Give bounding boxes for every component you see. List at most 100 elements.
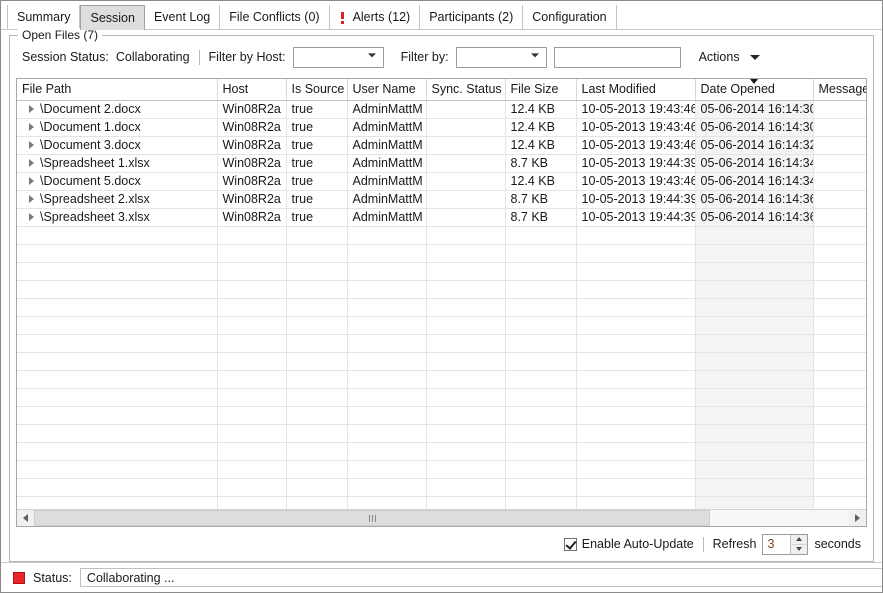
table-row[interactable]: \Spreadsheet 3.xlsx Win08R2a true AdminMatt… (17, 208, 866, 227)
cell-sync_status (426, 118, 506, 137)
tab-configuration[interactable]: Configuration (523, 5, 617, 30)
cell-empty (286, 424, 348, 443)
refresh-interval-value[interactable]: 3 (763, 535, 790, 554)
cell-message (813, 172, 866, 191)
cell-empty (347, 388, 427, 407)
cell-empty (505, 406, 577, 425)
cell-empty (813, 298, 866, 317)
cell-text: \Document 3.docx (40, 138, 141, 152)
expand-row-icon[interactable] (22, 177, 40, 185)
cell-user_name: AdminMattM (347, 208, 427, 227)
arrow-right-icon (855, 514, 860, 522)
cell-sync_status (426, 136, 506, 155)
cell-empty (286, 262, 348, 281)
cell-empty (347, 298, 427, 317)
cell-empty (286, 244, 348, 263)
cell-empty (426, 334, 506, 353)
filter-by-combobox[interactable] (455, 46, 547, 68)
table-row[interactable]: \Document 3.docx Win08R2a true AdminMattM 12… (17, 136, 866, 155)
groupbox-title: Open Files (7) (18, 28, 103, 42)
cell-empty (505, 334, 577, 353)
column-header-sync_status[interactable]: Sync. Status (426, 79, 506, 101)
arrow-left-icon (23, 514, 28, 522)
cell-empty (217, 388, 287, 407)
tab-summary[interactable]: Summary (7, 5, 81, 30)
cell-empty (576, 460, 696, 479)
caret-down-icon (749, 54, 760, 60)
column-header-is_source[interactable]: Is Source (286, 79, 348, 101)
arrow-down-icon (796, 547, 803, 551)
cell-user_name: AdminMattM (347, 190, 427, 209)
expand-row-icon[interactable] (22, 123, 40, 131)
table-row[interactable]: \Spreadsheet 2.xlsx Win08R2a true AdminMatt… (17, 190, 866, 209)
expand-row-icon[interactable] (22, 213, 40, 221)
sort-descending-icon (750, 79, 758, 84)
open-files-groupbox: Open Files (7) Session Status: Collabora… (9, 28, 874, 562)
cell-empty (695, 442, 814, 461)
cell-empty (576, 478, 696, 497)
column-header-label: Message (818, 82, 867, 97)
cell-empty (695, 262, 814, 281)
column-header-user_name[interactable]: User Name (347, 79, 427, 101)
stepper-up-button[interactable] (791, 534, 808, 544)
cell-empty (217, 370, 287, 389)
cell-empty (576, 280, 696, 299)
column-header-label: File Path (22, 82, 72, 97)
table-row-empty (17, 226, 866, 245)
horizontal-scrollbar[interactable] (17, 509, 866, 526)
cell-file_size: 8.7 KB (505, 190, 577, 209)
filter-by-input[interactable] (553, 46, 681, 68)
tab-participants[interactable]: Participants (2) (420, 5, 524, 30)
table-row[interactable]: \Document 1.docx Win08R2a true AdminMattM 12… (17, 118, 866, 137)
cell-empty (347, 478, 427, 497)
cell-empty (813, 388, 866, 407)
expand-row-icon[interactable] (22, 105, 40, 113)
column-header-message[interactable]: Message (813, 79, 867, 101)
cell-empty (426, 478, 506, 497)
table-header-row: File Path Host Is Source User Name Sync. Sta… (17, 79, 867, 101)
enable-auto-update-checkbox[interactable]: Enable Auto-Update (563, 537, 694, 551)
filter-by-host-combobox[interactable] (292, 46, 384, 68)
cell-empty (426, 442, 506, 461)
cell-file_path: \Spreadsheet 3.xlsx (17, 208, 218, 227)
cell-user_name: AdminMattM (347, 172, 427, 191)
column-header-file_path[interactable]: File Path (17, 79, 218, 101)
refresh-interval-stepper[interactable]: 3 (762, 533, 809, 555)
tab-alerts[interactable]: Alerts (12) (329, 5, 421, 30)
cell-empty (217, 316, 287, 335)
checkbox-checked-icon (563, 537, 577, 551)
actions-button[interactable]: Actions (699, 50, 760, 64)
stepper-down-button[interactable] (791, 543, 808, 554)
scroll-left-button[interactable] (17, 510, 34, 526)
grid-scroll-area[interactable]: File Path Host Is Source User Name Sync. Sta… (17, 79, 866, 509)
column-header-file_size[interactable]: File Size (505, 79, 577, 101)
enable-auto-update-label: Enable Auto-Update (581, 537, 694, 551)
table-row[interactable]: \Document 2.docx Win08R2a true AdminMattM 12… (17, 100, 866, 119)
cell-message (813, 208, 866, 227)
column-header-date_opened[interactable]: Date Opened (695, 79, 814, 101)
scrollbar-thumb[interactable] (34, 510, 711, 526)
cell-empty (813, 460, 866, 479)
column-header-last_modified[interactable]: Last Modified (576, 79, 696, 101)
table-row[interactable]: \Spreadsheet 1.xlsx Win08R2a true AdminMatt… (17, 154, 866, 173)
expand-row-icon[interactable] (22, 141, 40, 149)
tab-session[interactable]: Session (80, 5, 145, 30)
expand-row-icon[interactable] (22, 159, 40, 167)
table-row[interactable]: \Document 5.docx Win08R2a true AdminMattM 12… (17, 172, 866, 191)
scroll-right-button[interactable] (849, 510, 866, 526)
cell-empty (695, 244, 814, 263)
cell-empty (813, 226, 866, 245)
tab-file-conflicts[interactable]: File Conflicts (0) (220, 5, 330, 30)
cell-file_size: 12.4 KB (505, 172, 577, 191)
cell-empty (217, 424, 287, 443)
cell-empty (286, 316, 348, 335)
scrollbar-track[interactable] (34, 510, 849, 526)
cell-empty (426, 298, 506, 317)
cell-is_source: true (286, 154, 348, 173)
column-header-host[interactable]: Host (217, 79, 287, 101)
cell-empty (17, 280, 218, 299)
expand-row-icon[interactable] (22, 195, 40, 203)
table-row-empty (17, 370, 866, 389)
cell-empty (286, 370, 348, 389)
tab-event-log[interactable]: Event Log (144, 5, 221, 30)
